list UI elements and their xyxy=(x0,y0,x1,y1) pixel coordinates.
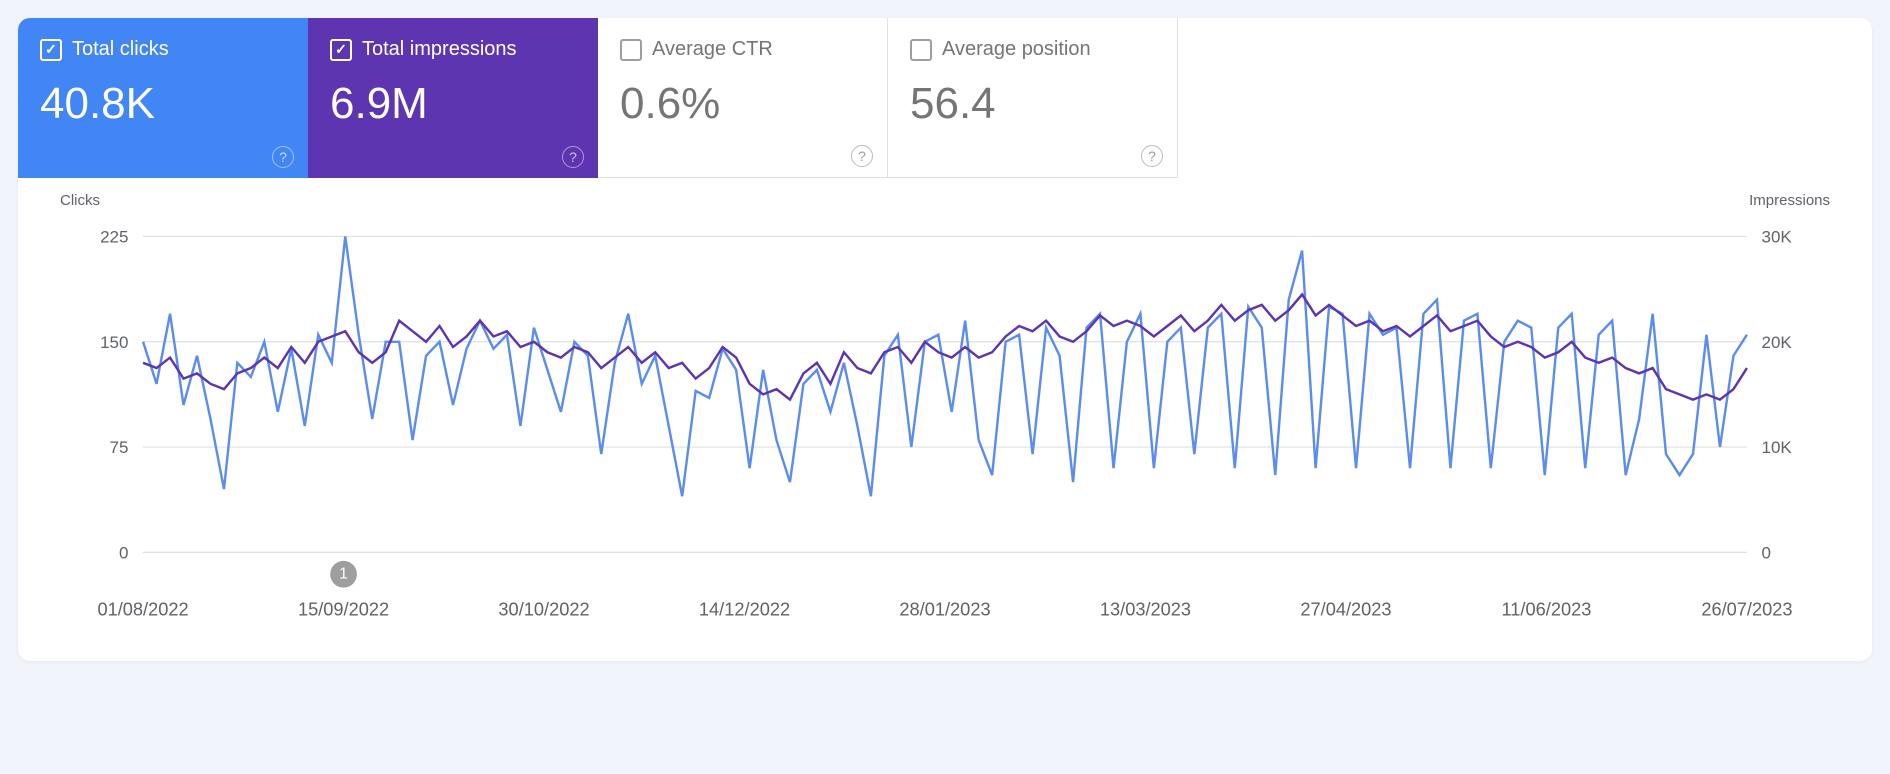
metric-label: Total impressions xyxy=(362,38,517,61)
metric-average-ctr[interactable]: Average CTR 0.6% ? xyxy=(598,18,888,178)
y-axis-right-title: Impressions xyxy=(1749,192,1830,209)
metric-label: Total clicks xyxy=(72,38,169,61)
svg-text:0: 0 xyxy=(1762,543,1771,562)
svg-text:75: 75 xyxy=(110,438,129,457)
svg-text:20K: 20K xyxy=(1762,333,1793,352)
svg-text:225: 225 xyxy=(100,228,128,247)
metric-value: 56.4 xyxy=(910,79,1155,129)
metric-value: 40.8K xyxy=(40,79,286,129)
help-icon[interactable]: ? xyxy=(272,146,294,168)
metric-value: 6.9M xyxy=(330,79,576,129)
metric-value: 0.6% xyxy=(620,79,865,129)
y-axis-left-title: Clicks xyxy=(60,192,100,209)
help-icon[interactable]: ? xyxy=(562,146,584,168)
help-icon[interactable]: ? xyxy=(1141,145,1163,167)
chart-area: Clicks Impressions 225 150 75 0 30K 20K 10K 0 01… xyxy=(18,178,1872,661)
checkbox-unchecked-icon xyxy=(620,39,642,61)
checkbox-checked-icon xyxy=(40,39,62,61)
svg-text:15/09/2022: 15/09/2022 xyxy=(298,600,389,620)
svg-text:26/07/2023: 26/07/2023 xyxy=(1701,600,1792,620)
svg-text:30K: 30K xyxy=(1762,228,1793,247)
svg-text:14/12/2022: 14/12/2022 xyxy=(699,600,790,620)
svg-text:11/06/2023: 11/06/2023 xyxy=(1502,600,1592,620)
svg-text:0: 0 xyxy=(119,543,128,562)
svg-text:1: 1 xyxy=(339,566,348,583)
svg-text:30/10/2022: 30/10/2022 xyxy=(498,600,589,620)
checkbox-unchecked-icon xyxy=(910,39,932,61)
line-chart[interactable]: 225 150 75 0 30K 20K 10K 0 01/08/2022 15/09/2022 3… xyxy=(58,200,1832,637)
svg-text:01/08/2022: 01/08/2022 xyxy=(97,600,188,620)
metric-label: Average position xyxy=(942,38,1091,61)
performance-card: Total clicks 40.8K ? Total impressions 6… xyxy=(18,18,1872,661)
metric-label: Average CTR xyxy=(652,38,773,61)
metric-average-position[interactable]: Average position 56.4 ? xyxy=(888,18,1178,178)
help-icon[interactable]: ? xyxy=(851,145,873,167)
svg-text:10K: 10K xyxy=(1762,438,1793,457)
metric-tiles: Total clicks 40.8K ? Total impressions 6… xyxy=(18,18,1872,178)
metric-total-clicks[interactable]: Total clicks 40.8K ? xyxy=(18,18,308,178)
svg-text:150: 150 xyxy=(100,333,128,352)
svg-text:13/03/2023: 13/03/2023 xyxy=(1100,600,1191,620)
checkbox-checked-icon xyxy=(330,39,352,61)
metric-total-impressions[interactable]: Total impressions 6.9M ? xyxy=(308,18,598,178)
svg-text:28/01/2023: 28/01/2023 xyxy=(899,600,990,620)
svg-text:27/04/2023: 27/04/2023 xyxy=(1300,600,1391,620)
